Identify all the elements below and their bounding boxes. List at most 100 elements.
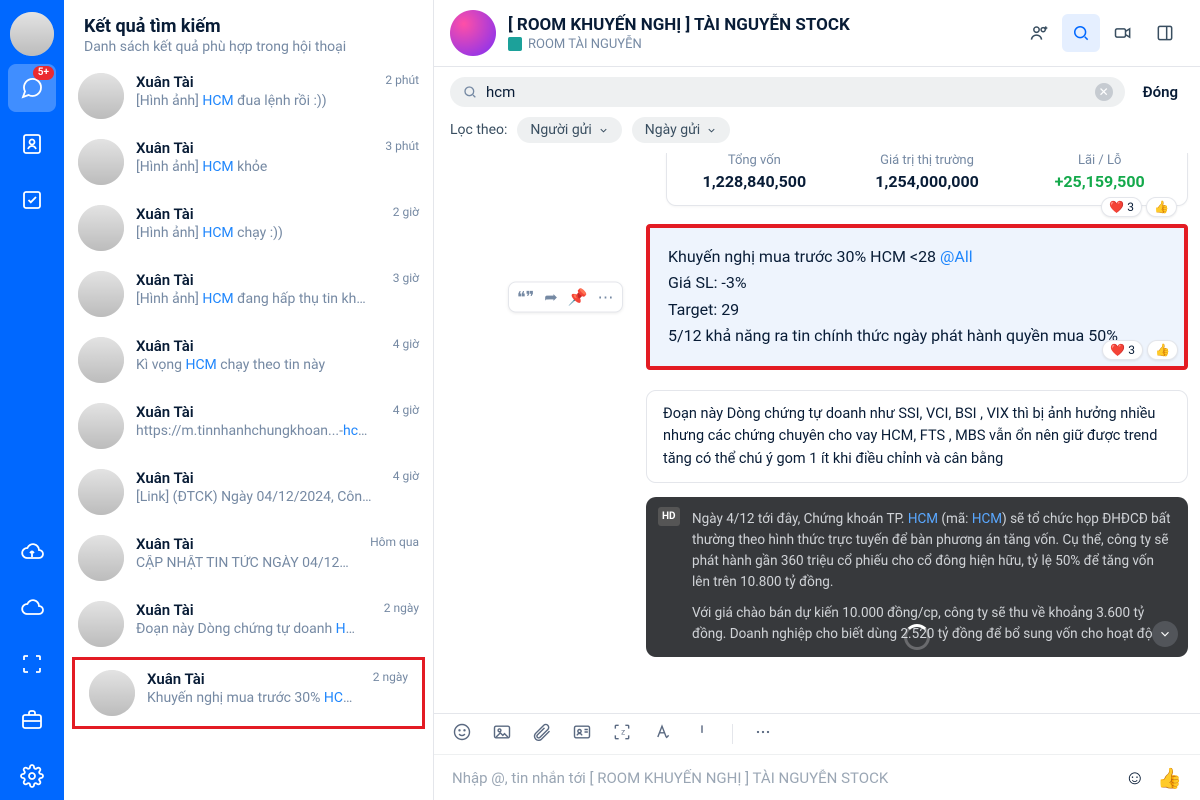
result-name: Xuân Tài <box>136 271 373 289</box>
search-result-row[interactable]: Xuân Tài [Hình ảnh] HCM chạy :)) 2 giờ <box>64 195 433 261</box>
screenshot-button[interactable]: Z <box>612 722 632 746</box>
nav-todo[interactable] <box>8 176 56 224</box>
conversation-header: [ ROOM KHUYẾN NGHỊ ] TÀI NGUYỄN STOCK RO… <box>434 0 1200 67</box>
result-time: 4 giờ <box>385 403 419 449</box>
result-avatar <box>78 535 124 581</box>
more-tools-button[interactable] <box>753 722 773 746</box>
result-name: Xuân Tài <box>136 139 365 157</box>
search-result-row[interactable]: Xuân TàiKì vọng HCM chạy theo tin này4 g… <box>64 327 433 393</box>
result-time: 3 phút <box>377 139 419 185</box>
result-snippet: https://m.tinnhanhchungkhoan...-hcm... <box>136 423 373 439</box>
search-in-chat-button[interactable] <box>1062 14 1100 52</box>
result-avatar <box>78 403 124 449</box>
result-name: Xuân Tài <box>147 670 353 688</box>
highlighted-message: ❝❞ ➦ 📌 ⋯ Khuyến nghị mua trước 30% HCM <… <box>646 224 1188 370</box>
result-avatar <box>78 205 124 251</box>
result-name: Xuân Tài <box>136 205 373 223</box>
message-bubble: Đoạn này Dòng chứng tự doanh như SSI, VC… <box>646 390 1188 483</box>
result-avatar <box>78 469 124 515</box>
result-name: Xuân Tài <box>136 403 373 421</box>
user-avatar[interactable] <box>10 12 54 56</box>
toggle-sidepanel-button[interactable] <box>1146 14 1184 52</box>
attach-button[interactable] <box>532 722 552 746</box>
loading-spinner <box>904 624 930 650</box>
close-search-button[interactable]: Đóng <box>1137 83 1184 101</box>
clear-search-button[interactable]: ✕ <box>1095 83 1113 101</box>
search-icon <box>462 84 478 100</box>
filter-label: Lọc theo: <box>450 122 507 138</box>
unread-badge: 5+ <box>33 66 54 80</box>
conversation-subtitle: ROOM TÀI NGUYỄN <box>528 37 642 52</box>
nav-messages[interactable]: 5+ <box>8 64 56 112</box>
result-avatar <box>78 271 124 317</box>
quoted-article: HD Ngày 4/12 tới đây, Chứng khoán TP. HC… <box>646 497 1188 657</box>
chat-search-input-wrap: ✕ <box>450 77 1125 107</box>
result-avatar <box>78 73 124 119</box>
contact-card-button[interactable] <box>572 722 592 746</box>
expand-quote-button[interactable] <box>1152 621 1178 647</box>
nav-briefcase[interactable] <box>8 696 56 744</box>
nav-cloud-sync[interactable] <box>8 528 56 576</box>
search-result-row[interactable]: Xuân Tài Khuyến nghị mua trước 30% HCM <2… <box>75 660 422 726</box>
result-name: Xuân Tài <box>136 73 365 91</box>
search-result-row[interactable]: Xuân Tài [Link] (ĐTCK) Ngày 04/12/2024, C… <box>64 459 433 525</box>
result-time: 2 giờ <box>385 205 419 251</box>
mention-all[interactable]: @All <box>940 247 973 266</box>
result-snippet: Khuyến nghị mua trước 30% HCM <28 ... <box>147 690 353 706</box>
search-result-row[interactable]: Xuân Tài[Hình ảnh] HCM khỏe3 phút <box>64 129 433 195</box>
search-results-panel: Kết quả tìm kiếm Danh sách kết quả phù h… <box>64 0 434 800</box>
emoji-button[interactable]: ☺ <box>1125 765 1145 790</box>
result-time: 2 phút <box>377 73 419 119</box>
message-actions: ❝❞ ➦ 📌 ⋯ <box>508 281 623 312</box>
result-time: Hôm qua <box>362 535 419 581</box>
reaction-like[interactable]: 👍 <box>1147 340 1178 360</box>
message-input[interactable] <box>452 769 1113 787</box>
search-result-row[interactable]: Xuân Tài https://m.tinnhanhchungkhoan...-… <box>64 393 433 459</box>
result-name: Xuân Tài <box>136 337 373 355</box>
nav-settings[interactable] <box>8 752 56 800</box>
result-name: Xuân Tài <box>136 535 350 553</box>
quote-icon[interactable]: ❝❞ <box>517 287 534 306</box>
result-time: 4 giờ <box>385 337 419 383</box>
result-avatar <box>78 337 124 383</box>
pin-icon[interactable]: 📌 <box>568 287 588 306</box>
search-result-row[interactable]: Xuân Tài [Hình ảnh] HCM đua lệnh rồi :)) 2… <box>64 63 433 129</box>
result-name: Xuân Tài <box>136 601 364 619</box>
result-snippet: [Link] (ĐTCK) Ngày 04/12/2024, Công... H… <box>136 489 373 505</box>
group-avatar[interactable] <box>450 10 496 56</box>
nav-cloud[interactable] <box>8 584 56 632</box>
result-snippet: CẬP NHẬT TIN TỨC NGÀY 04/12: ... HCM... <box>136 555 350 571</box>
sticker-button[interactable] <box>452 722 472 746</box>
filter-sender[interactable]: Người gửi <box>517 117 621 143</box>
add-member-button[interactable] <box>1020 14 1058 52</box>
nav-rail: 5+ <box>0 0 64 800</box>
results-subtitle: Danh sách kết quả phù hợp trong hội thoạ… <box>84 39 413 55</box>
result-snippet: Đoạn này Dòng chứng tự doanh HCM <box>136 621 364 637</box>
reaction-heart[interactable]: ❤️ 3 <box>1102 340 1143 360</box>
search-result-row[interactable]: Xuân Tài Đoạn này Dòng chứng tự doanh HCM… <box>64 591 433 657</box>
quick-like-button[interactable]: 👍 <box>1157 766 1182 790</box>
reaction-heart[interactable]: ❤️ 3 <box>1101 197 1142 217</box>
result-snippet: [Hình ảnh] HCM đua lệnh rồi :)) <box>136 93 365 109</box>
portfolio-card: Tổng vốn1,228,840,500 Giá trị thị trường… <box>666 153 1188 206</box>
result-time: 2 ngày <box>376 601 419 647</box>
search-result-row[interactable]: Xuân Tài CẬP NHẬT TIN TỨC NGÀY 04/12: ...… <box>64 525 433 591</box>
result-name: Xuân Tài <box>136 469 373 487</box>
nav-contacts[interactable] <box>8 120 56 168</box>
result-snippet: [Hình ảnh] HCM chạy :)) <box>136 225 373 241</box>
result-avatar <box>78 139 124 185</box>
priority-button[interactable] <box>692 722 712 746</box>
result-time: 3 giờ <box>385 271 419 317</box>
reaction-like[interactable]: 👍 <box>1146 197 1177 217</box>
forward-icon[interactable]: ➦ <box>544 287 557 306</box>
image-button[interactable] <box>492 722 512 746</box>
format-button[interactable] <box>652 722 672 746</box>
filter-date[interactable]: Ngày gửi <box>632 117 730 143</box>
search-result-row[interactable]: Xuân Tài [Hình ảnh] HCM đang hấp thụ tin … <box>64 261 433 327</box>
result-time: 4 giờ <box>385 469 419 515</box>
more-icon[interactable]: ⋯ <box>598 287 614 306</box>
chat-search-input[interactable] <box>486 83 1087 101</box>
result-snippet: [Hình ảnh] HCM đang hấp thụ tin khá tốt <box>136 291 373 307</box>
video-call-button[interactable] <box>1104 14 1142 52</box>
nav-capture[interactable] <box>8 640 56 688</box>
